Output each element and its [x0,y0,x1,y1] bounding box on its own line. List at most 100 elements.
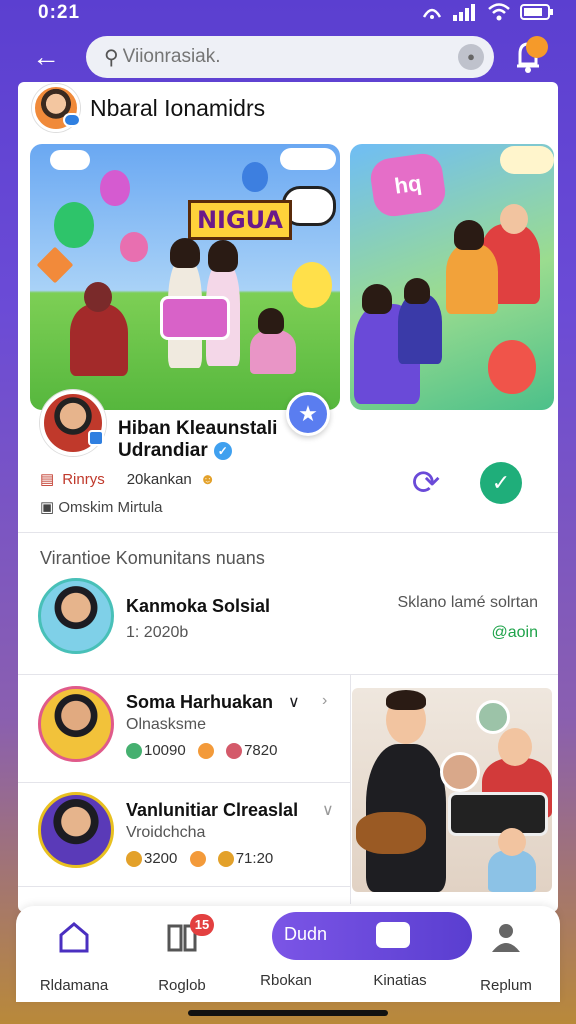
tv-box-shape [160,296,230,340]
chevron-down-icon[interactable]: ∨ [322,800,334,820]
member-stats: 10090 7820 [126,742,277,760]
profile-name-text: Hiban Kleaunstali Udrandiar [118,418,278,461]
member-name: Kanmoka Solsial [126,596,271,616]
nav-item-groups[interactable]: 15 Roglob [134,914,230,996]
join-button[interactable]: ✓ [480,462,522,504]
tag-icon: ▤ [40,471,55,488]
emoji-icon [197,743,214,760]
community-name: Nbaral Ionamidrs [90,94,266,121]
nav-label: Rldamana [39,977,109,994]
balloon-shape [54,202,94,248]
status-icons [422,3,554,21]
section-title: Virantioe Komunitans nuans [40,548,265,568]
community-banner-image-secondary[interactable]: hq [350,144,554,410]
home-indicator [188,1010,388,1016]
speaker-shape [448,792,548,836]
member-name: Soma Harhuakan [126,692,274,712]
nav-label: Roglob [158,977,206,994]
guitar-shape [356,812,426,854]
person-figure [446,244,498,314]
person-head [500,204,528,234]
member-stat-a: 3200 [144,850,178,867]
person-figure [398,294,442,364]
profile-avatar[interactable] [40,390,106,456]
signal-icon [453,4,475,21]
balloon-shape [488,340,536,394]
nav-item-activities[interactable]: Kinatias [352,914,448,996]
search-input[interactable] [122,46,413,68]
cloud-shape [280,148,336,170]
community-header[interactable]: Nbaral Ionamidrs [32,82,265,134]
balloon-shape [242,162,268,192]
profile-count: 20kankan [126,470,192,488]
music-post-image[interactable] [352,688,552,892]
profile-location: ▣ Omskim Mirtula [40,498,163,516]
community-banner-image[interactable]: NIGUA [30,144,340,410]
wifi-icon [488,3,510,21]
nav-label: Rbokan [260,972,312,989]
verified-icon: ✓ [213,441,232,460]
alarm-icon [422,8,442,19]
nav-badge: 15 [190,914,214,936]
person-head [498,728,532,766]
profile-location-text: Omskim Mirtula [58,499,163,516]
member-stats: 3200 71:20 [126,850,274,868]
profile-tag: Rinrys [62,470,105,488]
balloon-shape [292,262,332,308]
refresh-icon: ⟳ [411,464,441,502]
divider [350,674,351,904]
sync-button[interactable]: ⟳ [404,462,448,506]
member-name: Vanlunitiar Clreaslal [126,800,299,820]
divider [18,782,350,783]
search-icon: ⚲ [104,46,119,69]
emoji-icon [226,743,243,760]
person-figure [488,850,536,892]
member-avatar[interactable] [38,792,114,868]
cloud-shape [50,150,90,170]
member-avatar[interactable] [38,578,114,654]
mini-avatar[interactable] [440,752,480,792]
person-head [84,282,112,312]
divider [18,886,350,887]
chevron-down-icon[interactable]: ∨ [288,692,300,712]
battery-icon [520,4,553,20]
member-sub: Olnasksme [126,716,207,733]
search-bar[interactable]: ⚲ ● [86,36,494,78]
member-status: @aoin [491,624,539,641]
nav-item-home[interactable]: Rldamana [26,914,122,996]
main-card: Nbaral Ionamidrs NIGUA hq ★ Hiban Kleaun… [18,82,558,912]
person-figure [250,330,296,374]
divider [18,532,558,533]
community-avatar[interactable] [32,84,81,132]
speech-bubble-shape: hq [368,151,448,219]
nav-label: Kinatias [373,972,427,989]
mic-icon[interactable]: ● [458,44,484,70]
member-sub: 1: 2020b [126,624,189,641]
member-stat-b: 71:20 [235,850,274,867]
chevron-right-icon[interactable]: › [322,692,327,710]
notification-dot [526,36,548,58]
notifications-button[interactable] [508,36,548,76]
emoji-icon [189,851,206,868]
chat-badge-icon [88,430,104,446]
mini-avatar[interactable] [476,700,510,734]
banner-sign: NIGUA [188,200,292,240]
emoji-icon [217,851,234,868]
balloon-shape [120,232,148,262]
back-button[interactable]: ← [28,40,64,76]
kite-shape [36,246,74,284]
member-sub: Vroidchcha [126,824,206,841]
member-stat-a: 10090 [144,742,186,759]
chat-badge-icon [63,113,81,127]
balloon-shape [100,170,130,206]
nav-item-profile[interactable]: Replum [458,914,554,996]
person-hair [386,690,426,710]
cloud-shape [500,146,554,174]
location-icon: ▣ [40,499,55,516]
member-right-label: Sklano lamé solrtan [397,594,538,611]
person-figure [70,304,128,376]
member-avatar[interactable] [38,686,114,762]
person-hair [258,308,284,334]
profile-name: Hiban Kleaunstali Udrandiar ✓ [118,418,318,462]
